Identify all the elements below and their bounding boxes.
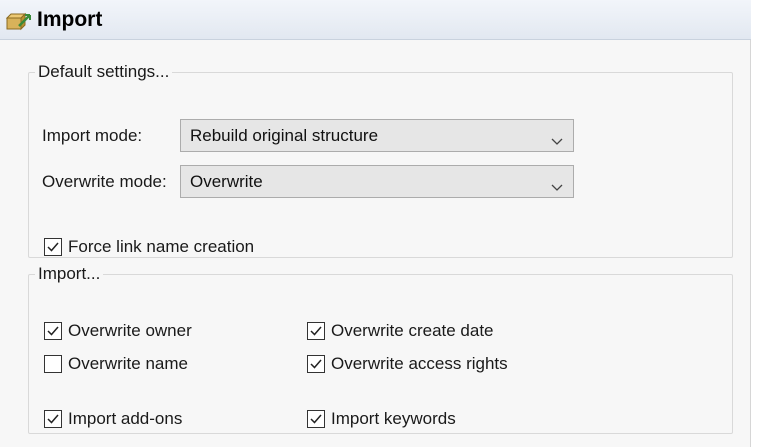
checkbox-box[interactable]	[307, 410, 325, 428]
import-keywords-label: Import keywords	[331, 409, 456, 428]
import-legend: Import...	[38, 264, 101, 283]
import-group: Import... Overwrite owner Overwrite crea…	[28, 264, 733, 434]
force-link-name-checkbox[interactable]: Force link name creation	[44, 237, 254, 257]
checkmark-icon	[310, 359, 322, 369]
import-mode-label: Import mode:	[42, 126, 143, 145]
overwrite-owner-checkbox[interactable]: Overwrite owner	[44, 321, 192, 341]
overwrite-create-date-label: Overwrite create date	[331, 321, 494, 340]
checkmark-icon	[47, 414, 59, 424]
checkmark-icon	[310, 326, 322, 336]
checkbox-box[interactable]	[44, 410, 62, 428]
title-bar: Import	[0, 0, 751, 40]
overwrite-access-rights-checkbox[interactable]: Overwrite access rights	[307, 354, 508, 374]
overwrite-access-rights-label: Overwrite access rights	[331, 354, 508, 373]
chevron-down-icon	[551, 131, 563, 145]
force-link-name-label: Force link name creation	[68, 237, 255, 256]
import-addons-checkbox[interactable]: Import add-ons	[44, 409, 182, 429]
default-settings-legend: Default settings...	[38, 62, 170, 81]
chevron-down-icon	[551, 177, 563, 191]
checkbox-box[interactable]	[44, 355, 62, 373]
overwrite-mode-value: Overwrite	[190, 172, 263, 191]
checkbox-box[interactable]	[44, 322, 62, 340]
overwrite-mode-label: Overwrite mode:	[42, 172, 167, 191]
checkbox-box[interactable]	[44, 238, 62, 256]
overwrite-owner-label: Overwrite owner	[68, 321, 192, 340]
overwrite-mode-select[interactable]: Overwrite	[180, 165, 574, 198]
checkmark-icon	[310, 414, 322, 424]
import-mode-value: Rebuild original structure	[190, 126, 379, 145]
checkmark-icon	[47, 326, 59, 336]
page-title: Import	[37, 8, 103, 31]
default-settings-group: Default settings... Import mode: Rebuild…	[28, 62, 733, 258]
overwrite-name-label: Overwrite name	[68, 354, 188, 373]
import-icon	[5, 11, 32, 31]
import-addons-label: Import add-ons	[68, 409, 183, 428]
checkbox-box[interactable]	[307, 322, 325, 340]
checkmark-icon	[47, 242, 59, 252]
import-mode-select[interactable]: Rebuild original structure	[180, 119, 574, 152]
import-panel: Import Default settings... Import mode: …	[0, 0, 751, 447]
import-keywords-checkbox[interactable]: Import keywords	[307, 409, 456, 429]
overwrite-name-checkbox[interactable]: Overwrite name	[44, 354, 188, 374]
overwrite-create-date-checkbox[interactable]: Overwrite create date	[307, 321, 494, 341]
checkbox-box[interactable]	[307, 355, 325, 373]
